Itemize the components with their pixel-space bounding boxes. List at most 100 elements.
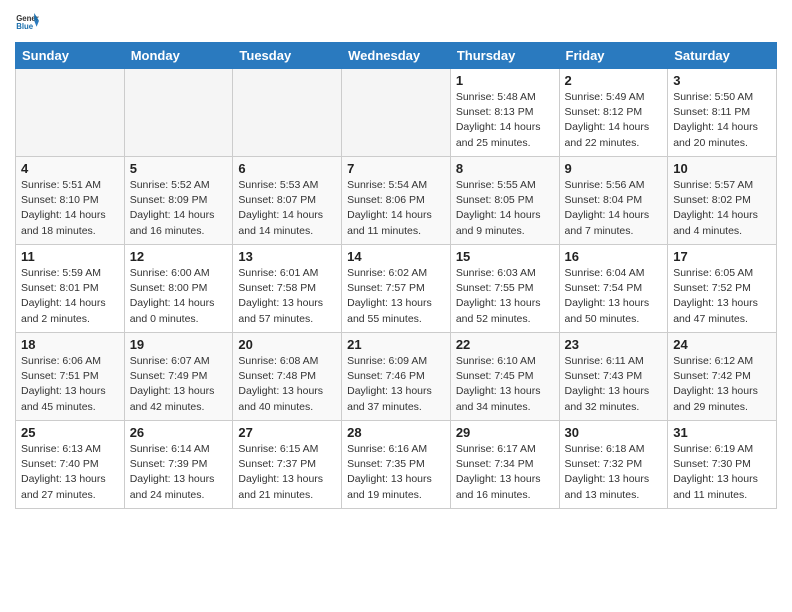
calendar-cell: 24 Sunrise: 6:12 AM Sunset: 7:42 PM Dayli… <box>668 333 777 421</box>
calendar-table: SundayMondayTuesdayWednesdayThursdayFrid… <box>15 42 777 509</box>
day-number: 4 <box>21 161 119 176</box>
calendar-cell: 21 Sunrise: 6:09 AM Sunset: 7:46 PM Dayli… <box>342 333 451 421</box>
day-number: 9 <box>565 161 663 176</box>
day-info: Sunrise: 6:13 AM Sunset: 7:40 PM Dayligh… <box>21 442 119 503</box>
day-number: 3 <box>673 73 771 88</box>
calendar-cell: 10 Sunrise: 5:57 AM Sunset: 8:02 PM Dayli… <box>668 157 777 245</box>
day-info: Sunrise: 5:54 AM Sunset: 8:06 PM Dayligh… <box>347 178 445 239</box>
day-info: Sunrise: 5:51 AM Sunset: 8:10 PM Dayligh… <box>21 178 119 239</box>
calendar-week-row: 11 Sunrise: 5:59 AM Sunset: 8:01 PM Dayli… <box>16 245 777 333</box>
calendar-cell: 19 Sunrise: 6:07 AM Sunset: 7:49 PM Dayli… <box>124 333 233 421</box>
calendar-cell: 18 Sunrise: 6:06 AM Sunset: 7:51 PM Dayli… <box>16 333 125 421</box>
day-info: Sunrise: 6:15 AM Sunset: 7:37 PM Dayligh… <box>238 442 336 503</box>
day-info: Sunrise: 6:19 AM Sunset: 7:30 PM Dayligh… <box>673 442 771 503</box>
day-info: Sunrise: 5:57 AM Sunset: 8:02 PM Dayligh… <box>673 178 771 239</box>
day-number: 2 <box>565 73 663 88</box>
weekday-header-monday: Monday <box>124 43 233 69</box>
day-number: 10 <box>673 161 771 176</box>
svg-text:Blue: Blue <box>16 22 34 31</box>
day-info: Sunrise: 5:52 AM Sunset: 8:09 PM Dayligh… <box>130 178 228 239</box>
calendar-week-row: 1 Sunrise: 5:48 AM Sunset: 8:13 PM Daylig… <box>16 69 777 157</box>
day-number: 18 <box>21 337 119 352</box>
calendar-cell: 9Sunrise: 5:56 AM Sunset: 8:04 PM Daylig… <box>559 157 668 245</box>
day-number: 23 <box>565 337 663 352</box>
day-info: Sunrise: 5:53 AM Sunset: 8:07 PM Dayligh… <box>238 178 336 239</box>
weekday-header-thursday: Thursday <box>450 43 559 69</box>
calendar-cell: 27 Sunrise: 6:15 AM Sunset: 7:37 PM Dayli… <box>233 421 342 509</box>
day-number: 15 <box>456 249 554 264</box>
calendar-cell: 7Sunrise: 5:54 AM Sunset: 8:06 PM Daylig… <box>342 157 451 245</box>
day-number: 13 <box>238 249 336 264</box>
calendar-cell: 11 Sunrise: 5:59 AM Sunset: 8:01 PM Dayli… <box>16 245 125 333</box>
calendar-cell: 16 Sunrise: 6:04 AM Sunset: 7:54 PM Dayli… <box>559 245 668 333</box>
day-info: Sunrise: 6:09 AM Sunset: 7:46 PM Dayligh… <box>347 354 445 415</box>
day-info: Sunrise: 6:11 AM Sunset: 7:43 PM Dayligh… <box>565 354 663 415</box>
day-info: Sunrise: 6:07 AM Sunset: 7:49 PM Dayligh… <box>130 354 228 415</box>
day-info: Sunrise: 5:48 AM Sunset: 8:13 PM Dayligh… <box>456 90 554 151</box>
day-number: 30 <box>565 425 663 440</box>
calendar-cell: 5 Sunrise: 5:52 AM Sunset: 8:09 PM Daylig… <box>124 157 233 245</box>
day-number: 26 <box>130 425 228 440</box>
day-number: 1 <box>456 73 554 88</box>
day-number: 5 <box>130 161 228 176</box>
day-info: Sunrise: 5:55 AM Sunset: 8:05 PM Dayligh… <box>456 178 554 239</box>
day-number: 21 <box>347 337 445 352</box>
calendar-week-row: 4 Sunrise: 5:51 AM Sunset: 8:10 PM Daylig… <box>16 157 777 245</box>
day-info: Sunrise: 6:04 AM Sunset: 7:54 PM Dayligh… <box>565 266 663 327</box>
calendar-cell: 31 Sunrise: 6:19 AM Sunset: 7:30 PM Dayli… <box>668 421 777 509</box>
calendar-cell: 17Sunrise: 6:05 AM Sunset: 7:52 PM Dayli… <box>668 245 777 333</box>
calendar-cell: 8 Sunrise: 5:55 AM Sunset: 8:05 PM Daylig… <box>450 157 559 245</box>
day-number: 6 <box>238 161 336 176</box>
calendar-cell: 6 Sunrise: 5:53 AM Sunset: 8:07 PM Daylig… <box>233 157 342 245</box>
day-number: 8 <box>456 161 554 176</box>
day-number: 31 <box>673 425 771 440</box>
day-info: Sunrise: 6:14 AM Sunset: 7:39 PM Dayligh… <box>130 442 228 503</box>
calendar-cell: 12Sunrise: 6:00 AM Sunset: 8:00 PM Dayli… <box>124 245 233 333</box>
calendar-cell <box>233 69 342 157</box>
weekday-header-wednesday: Wednesday <box>342 43 451 69</box>
calendar-cell: 28Sunrise: 6:16 AM Sunset: 7:35 PM Dayli… <box>342 421 451 509</box>
day-number: 24 <box>673 337 771 352</box>
calendar-cell: 1 Sunrise: 5:48 AM Sunset: 8:13 PM Daylig… <box>450 69 559 157</box>
calendar-cell: 22 Sunrise: 6:10 AM Sunset: 7:45 PM Dayli… <box>450 333 559 421</box>
calendar-cell: 30 Sunrise: 6:18 AM Sunset: 7:32 PM Dayli… <box>559 421 668 509</box>
weekday-header-tuesday: Tuesday <box>233 43 342 69</box>
calendar-cell <box>124 69 233 157</box>
day-number: 25 <box>21 425 119 440</box>
day-info: Sunrise: 6:12 AM Sunset: 7:42 PM Dayligh… <box>673 354 771 415</box>
day-number: 20 <box>238 337 336 352</box>
day-info: Sunrise: 6:10 AM Sunset: 7:45 PM Dayligh… <box>456 354 554 415</box>
day-info: Sunrise: 6:06 AM Sunset: 7:51 PM Dayligh… <box>21 354 119 415</box>
calendar-cell: 14 Sunrise: 6:02 AM Sunset: 7:57 PM Dayli… <box>342 245 451 333</box>
weekday-header-saturday: Saturday <box>668 43 777 69</box>
calendar-cell: 15Sunrise: 6:03 AM Sunset: 7:55 PM Dayli… <box>450 245 559 333</box>
calendar-week-row: 18 Sunrise: 6:06 AM Sunset: 7:51 PM Dayli… <box>16 333 777 421</box>
day-info: Sunrise: 5:59 AM Sunset: 8:01 PM Dayligh… <box>21 266 119 327</box>
day-number: 27 <box>238 425 336 440</box>
calendar-cell: 3 Sunrise: 5:50 AM Sunset: 8:11 PM Daylig… <box>668 69 777 157</box>
calendar-cell <box>342 69 451 157</box>
day-number: 19 <box>130 337 228 352</box>
day-number: 12 <box>130 249 228 264</box>
day-number: 16 <box>565 249 663 264</box>
calendar-cell: 26 Sunrise: 6:14 AM Sunset: 7:39 PM Dayli… <box>124 421 233 509</box>
day-info: Sunrise: 5:50 AM Sunset: 8:11 PM Dayligh… <box>673 90 771 151</box>
day-info: Sunrise: 6:01 AM Sunset: 7:58 PM Dayligh… <box>238 266 336 327</box>
day-number: 11 <box>21 249 119 264</box>
header: General Blue <box>15 10 777 34</box>
calendar-cell: 4 Sunrise: 5:51 AM Sunset: 8:10 PM Daylig… <box>16 157 125 245</box>
calendar-cell: 20Sunrise: 6:08 AM Sunset: 7:48 PM Dayli… <box>233 333 342 421</box>
weekday-header-friday: Friday <box>559 43 668 69</box>
day-number: 28 <box>347 425 445 440</box>
calendar-cell: 13 Sunrise: 6:01 AM Sunset: 7:58 PM Dayli… <box>233 245 342 333</box>
day-info: Sunrise: 6:18 AM Sunset: 7:32 PM Dayligh… <box>565 442 663 503</box>
calendar-cell: 25 Sunrise: 6:13 AM Sunset: 7:40 PM Dayli… <box>16 421 125 509</box>
day-number: 22 <box>456 337 554 352</box>
weekday-header-row: SundayMondayTuesdayWednesdayThursdayFrid… <box>16 43 777 69</box>
day-number: 14 <box>347 249 445 264</box>
day-info: Sunrise: 5:49 AM Sunset: 8:12 PM Dayligh… <box>565 90 663 151</box>
calendar-cell: 23 Sunrise: 6:11 AM Sunset: 7:43 PM Dayli… <box>559 333 668 421</box>
calendar-cell <box>16 69 125 157</box>
day-info: Sunrise: 6:02 AM Sunset: 7:57 PM Dayligh… <box>347 266 445 327</box>
calendar-cell: 29Sunrise: 6:17 AM Sunset: 7:34 PM Dayli… <box>450 421 559 509</box>
